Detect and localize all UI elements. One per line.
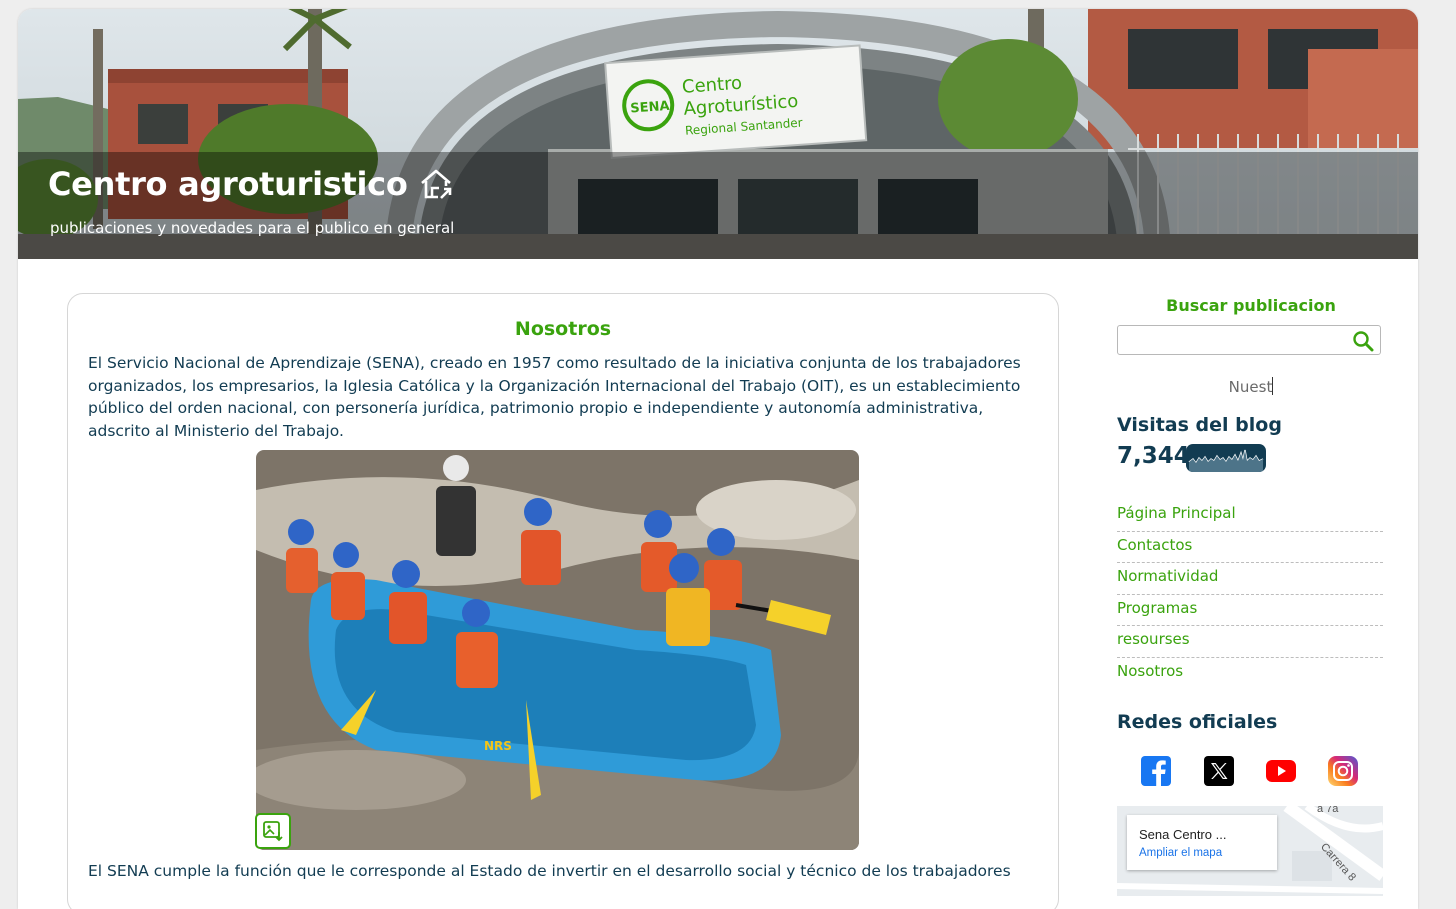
map-enlarge-link[interactable]: Ampliar el mapa <box>1139 847 1222 859</box>
visits-count: 7,344 <box>1117 443 1190 469</box>
image-download-icon <box>263 821 283 842</box>
nav-link[interactable]: Contactos <box>1117 533 1383 556</box>
search-box[interactable] <box>1117 325 1381 355</box>
nav-link[interactable]: Nosotros <box>1117 659 1383 682</box>
x-link[interactable] <box>1203 755 1235 787</box>
x-icon <box>1204 756 1234 786</box>
facebook-icon <box>1141 756 1171 786</box>
social-links <box>1140 755 1380 789</box>
search-heading: Buscar publicacion <box>1166 296 1336 315</box>
post-paragraph-2: El SENA cumple la función que le corresp… <box>88 862 1011 880</box>
blog-title[interactable]: Centro agroturistico <box>48 165 454 203</box>
sidebar-nav: Página Principal Contactos Normatividad … <box>1117 501 1383 690</box>
image-save-button[interactable] <box>255 813 291 849</box>
rafting-photo[interactable]: NRS <box>256 450 859 850</box>
nav-item-contactos[interactable]: Contactos <box>1117 533 1383 563</box>
youtube-icon <box>1266 760 1296 782</box>
social-heading: Redes oficiales <box>1117 711 1278 733</box>
nav-item-pagina-principal[interactable]: Página Principal <box>1117 501 1383 532</box>
nav-link[interactable]: Normatividad <box>1117 564 1383 587</box>
visits-sparkline <box>1186 444 1266 472</box>
blog-header: SENA Centro Agroturístico Regional Santa… <box>18 9 1418 259</box>
blog-subtitle: publicaciones y novedades para el public… <box>50 219 455 237</box>
sign-line-1: Centro <box>681 73 742 98</box>
search-icon <box>1353 331 1374 352</box>
raft-brand: NRS <box>484 739 512 753</box>
post-card: Nosotros El Servicio Nacional de Aprendi… <box>67 293 1059 909</box>
typing-animation: Nuest <box>1117 377 1385 396</box>
nav-link[interactable]: resourses <box>1117 627 1383 650</box>
sign-logo: SENA <box>630 99 670 117</box>
facebook-link[interactable] <box>1140 755 1172 787</box>
map-info-card: Sena Centro ... Ampliar el mapa <box>1127 815 1277 870</box>
nav-item-normatividad[interactable]: Normatividad <box>1117 564 1383 595</box>
nav-item-programas[interactable]: Programas <box>1117 596 1383 626</box>
search-input[interactable] <box>1122 329 1346 353</box>
blog-title-text: Centro agroturistico <box>48 165 408 203</box>
nav-item-nosotros[interactable]: Nosotros <box>1117 659 1383 690</box>
blog-page: SENA Centro Agroturístico Regional Santa… <box>18 9 1418 909</box>
instagram-icon <box>1328 756 1358 786</box>
home-icon <box>420 169 451 199</box>
nav-link[interactable]: Programas <box>1117 596 1383 619</box>
map-place-name: Sena Centro ... <box>1139 827 1227 842</box>
youtube-link[interactable] <box>1265 755 1297 787</box>
typed-text: Nuest <box>1228 378 1273 396</box>
search-button[interactable] <box>1352 330 1374 356</box>
instagram-link[interactable] <box>1327 755 1359 787</box>
post-paragraph-1: El Servicio Nacional de Aprendizaje (SEN… <box>88 354 1021 440</box>
typing-caret <box>1272 377 1274 395</box>
nav-item-resourses[interactable]: resourses <box>1117 627 1383 658</box>
nav-link[interactable]: Página Principal <box>1117 501 1383 524</box>
visits-heading: Visitas del blog <box>1117 414 1282 436</box>
rafting-photo-graphic: NRS <box>256 450 859 850</box>
post-title: Nosotros <box>514 318 612 340</box>
map-street-label-top: a 7a <box>1317 806 1339 815</box>
